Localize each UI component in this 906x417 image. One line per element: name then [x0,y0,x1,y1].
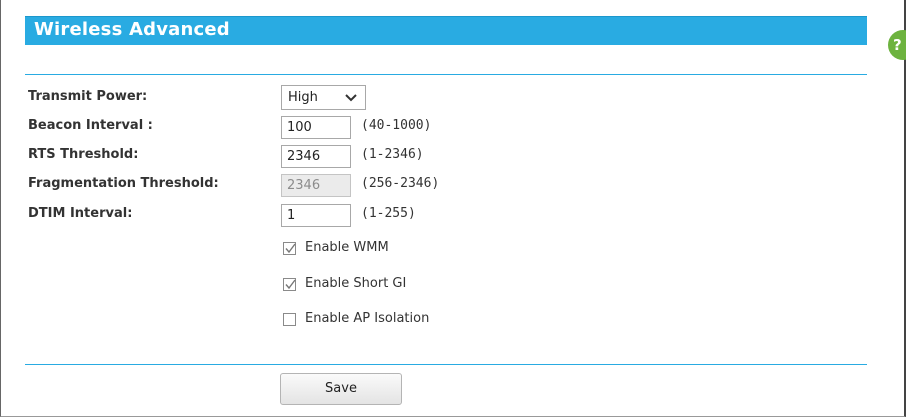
settings-panel: Wireless Advanced ? Transmit Power: High… [0,0,906,417]
enable-ap-isolation-label: Enable AP Isolation [305,311,430,326]
transmit-power-label: Transmit Power: [28,89,148,104]
dtim-interval-input[interactable]: 1 [281,204,351,227]
enable-wmm-checkbox[interactable] [283,242,296,255]
fragmentation-threshold-label: Fragmentation Threshold: [28,176,219,191]
dtim-interval-range: (1-255) [361,206,416,221]
page-title: Wireless Advanced [34,19,230,40]
enable-ap-isolation-checkbox[interactable] [283,313,296,326]
transmit-power-select[interactable]: High [281,85,366,110]
help-icon[interactable]: ? [888,30,906,60]
rts-threshold-range: (1-2346) [361,147,424,162]
divider-top [25,74,867,75]
save-button[interactable]: Save [280,373,402,405]
rts-threshold-label: RTS Threshold: [28,147,139,162]
divider-bottom [25,364,867,365]
checkmark-icon [285,243,296,254]
dtim-interval-label: DTIM Interval: [28,206,133,221]
beacon-interval-input[interactable]: 100 [281,116,351,139]
beacon-interval-range: (40-1000) [361,118,432,133]
enable-wmm-label: Enable WMM [305,240,389,255]
fragmentation-threshold-range: (256-2346) [361,176,440,191]
enable-short-gi-checkbox[interactable] [283,278,296,291]
chevron-down-icon [345,94,357,102]
checkmark-icon [285,279,296,290]
fragmentation-threshold-input: 2346 [281,174,351,197]
enable-short-gi-label: Enable Short GI [305,276,407,291]
rts-threshold-input[interactable]: 2346 [281,145,351,168]
transmit-power-value: High [288,90,318,105]
beacon-interval-label: Beacon Interval : [28,118,153,133]
